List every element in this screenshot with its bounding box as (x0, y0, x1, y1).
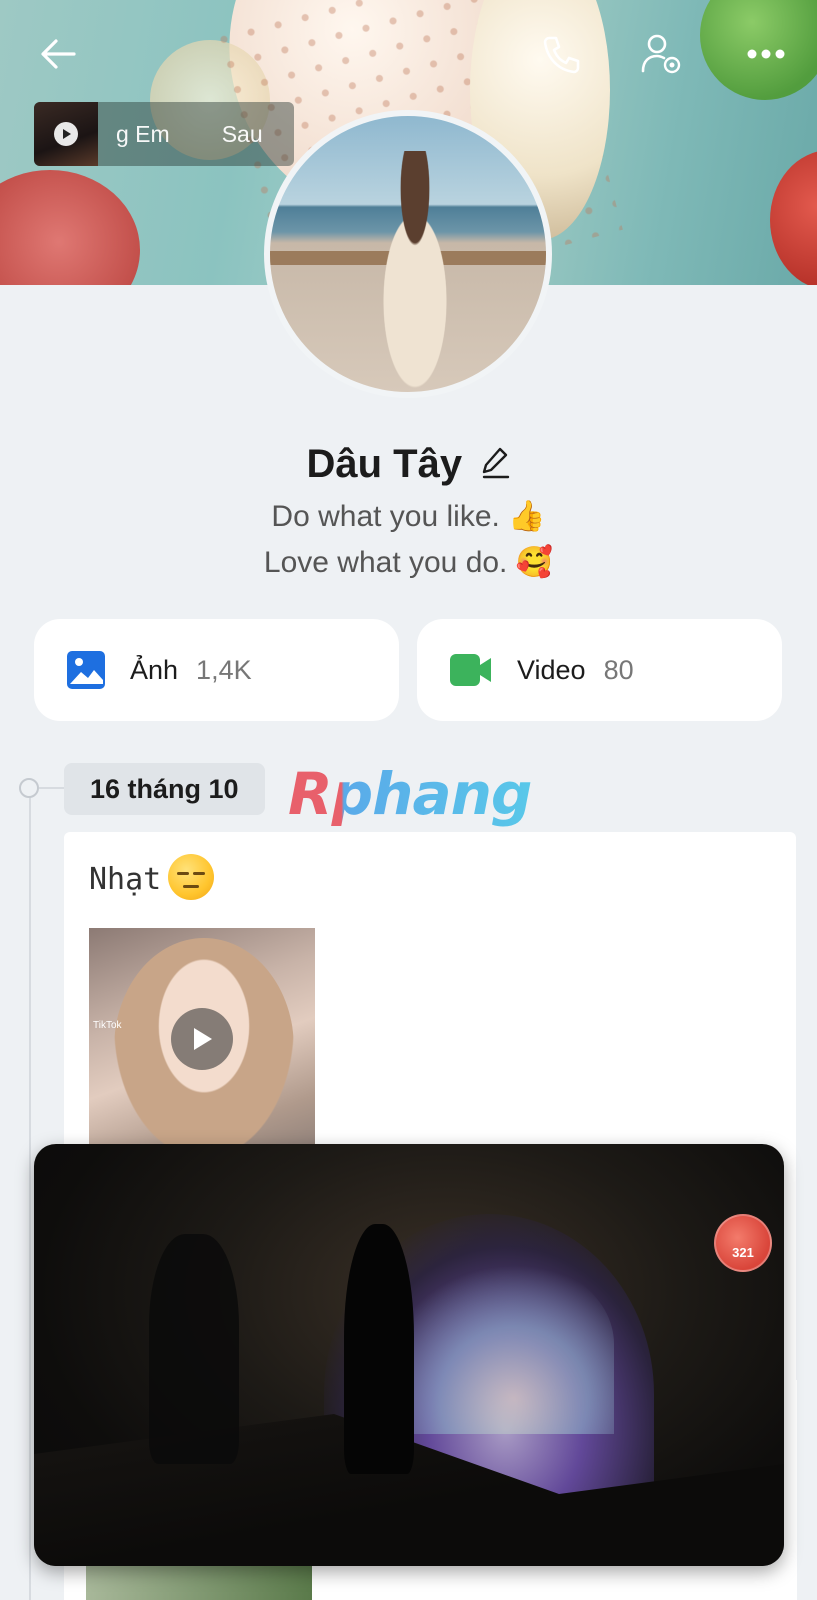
timeline-dot (19, 778, 39, 798)
cover-berry (770, 150, 817, 285)
profile-name-row: Dâu Tây (0, 442, 817, 487)
videos-count: 80 (603, 654, 634, 685)
profile-bio-line2: Love what you do. 🥰 (263, 546, 554, 579)
play-icon[interactable] (54, 122, 78, 146)
clapper-badge-icon[interactable]: 321 (714, 1214, 772, 1272)
profile-bio-line1: Do what you like. 👍 (271, 500, 546, 533)
photos-label: Ảnh (130, 654, 179, 685)
floating-video-player[interactable]: 321 (34, 1144, 784, 1566)
timeline-line (29, 788, 31, 1600)
profile-settings-button[interactable] (638, 30, 686, 78)
call-button[interactable] (538, 30, 586, 78)
videos-card[interactable]: Video 80 (417, 619, 782, 721)
back-button[interactable] (34, 30, 82, 78)
timeline-date: 16 tháng 10 (64, 763, 265, 815)
arrow-left-icon (41, 39, 76, 69)
watermark-logo: Rphang (288, 760, 532, 828)
photos-count: 1,4K (196, 654, 252, 685)
tiktok-watermark: TikTok (93, 1020, 122, 1031)
edit-pencil-icon[interactable] (481, 445, 511, 484)
phone-icon (543, 36, 580, 74)
avatar-photo-subject (360, 151, 470, 392)
video-scene-figure (149, 1234, 239, 1464)
expressionless-face-emoji (168, 854, 214, 900)
play-icon[interactable] (171, 1008, 233, 1070)
next-post-thumbnail[interactable] (86, 1560, 312, 1600)
video-camera-icon (450, 654, 491, 686)
music-thumbnail (34, 102, 98, 166)
timeline-connector (39, 787, 64, 789)
photos-card[interactable]: Ảnh 1,4K (34, 619, 399, 721)
post-video-thumbnail[interactable]: TikTok (89, 928, 315, 1158)
music-title: g Em Sau (116, 120, 263, 147)
videos-label: Video (517, 654, 586, 685)
more-dots-icon (747, 49, 785, 59)
profile-avatar[interactable] (264, 110, 552, 398)
profile-name: Dâu Tây (306, 442, 463, 486)
image-icon (67, 651, 105, 689)
profile-music-player[interactable]: g Em Sau (34, 102, 294, 166)
video-scene-figure (344, 1224, 414, 1474)
more-options-button[interactable] (742, 30, 790, 78)
post-text: Nhạt (89, 862, 162, 897)
user-gear-icon (641, 34, 681, 74)
cover-berry (0, 170, 140, 285)
